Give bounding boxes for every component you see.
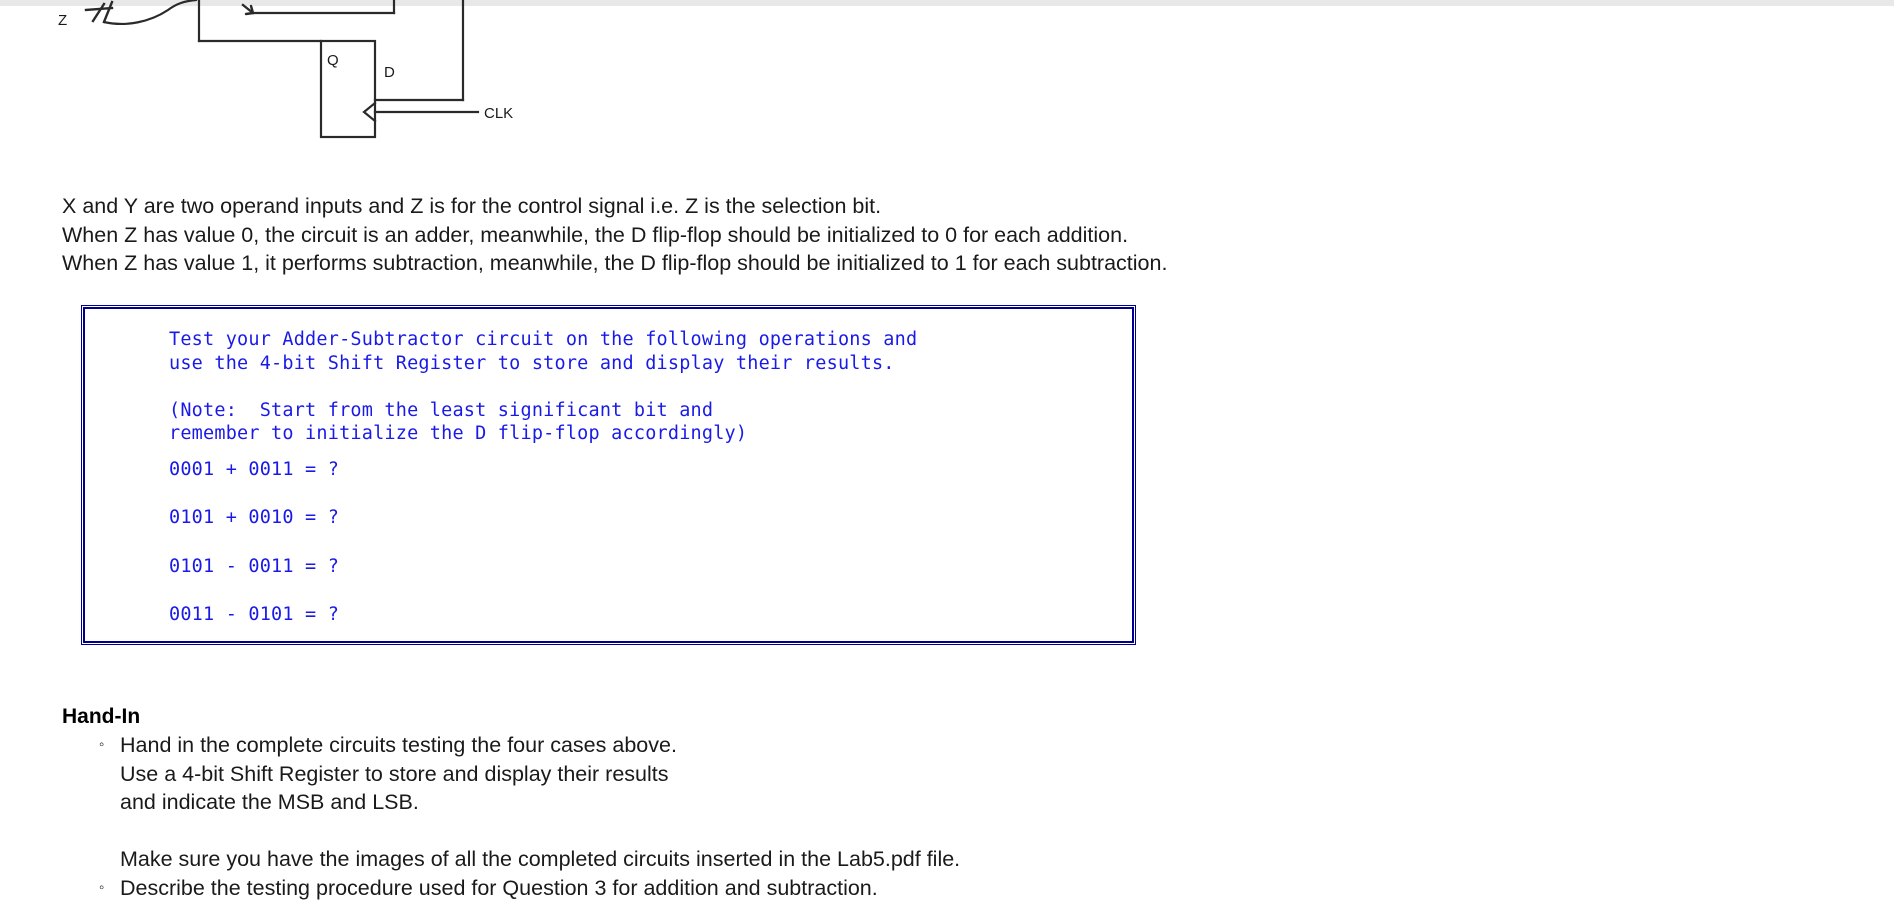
hand-in-title: Hand-In <box>62 703 1462 731</box>
list-item-line: Use a 4-bit Shift Register to store and … <box>120 760 1462 789</box>
circuit-diagram: Z Q D CLK <box>0 0 700 175</box>
paragraph-line: When Z has value 0, the circuit is an ad… <box>62 221 1462 250</box>
list-item-line: Describe the testing procedure used for … <box>120 876 878 900</box>
paragraph-line: When Z has value 1, it performs subtract… <box>62 249 1462 278</box>
paragraph-line: X and Y are two operand inputs and Z is … <box>62 192 1462 221</box>
list-item-line: Hand in the complete circuits testing th… <box>120 733 677 757</box>
task-box: Test your Adder-Subtractor circuit on th… <box>81 305 1136 645</box>
list-item-line: and indicate the MSB and LSB. <box>120 788 1462 817</box>
spacer <box>169 375 1125 399</box>
label-q: Q <box>327 52 339 69</box>
bullet-icon: ◦ <box>99 731 104 760</box>
operation-line: 0011 - 0101 = ? <box>169 591 1125 640</box>
task-intro-line: Test your Adder-Subtractor circuit on th… <box>169 328 1125 352</box>
bullet-icon: ◦ <box>99 874 104 902</box>
task-intro-line: use the 4-bit Shift Register to store an… <box>169 352 1125 376</box>
operation-line: 0101 - 0011 = ? <box>169 543 1125 592</box>
list-item-line: Make sure you have the images of all the… <box>120 845 1462 874</box>
operation-line: 0101 + 0010 = ? <box>169 494 1125 543</box>
list-item: ◦ Describe the testing procedure used fo… <box>62 874 1462 902</box>
label-d: D <box>384 64 395 81</box>
label-z: Z <box>58 12 67 29</box>
label-clk: CLK <box>484 105 513 122</box>
spacer <box>120 817 1462 846</box>
description-paragraphs: X and Y are two operand inputs and Z is … <box>62 192 1462 278</box>
task-note-line: (Note: Start from the least significant … <box>169 399 1125 423</box>
operation-line: 0001 + 0011 = ? <box>169 446 1125 495</box>
hand-in-list: ◦ Hand in the complete circuits testing … <box>62 731 1462 902</box>
hand-in-section: Hand-In ◦ Hand in the complete circuits … <box>62 703 1462 902</box>
task-note-line: remember to initialize the D flip-flop a… <box>169 422 1125 446</box>
list-item: ◦ Hand in the complete circuits testing … <box>62 731 1462 874</box>
